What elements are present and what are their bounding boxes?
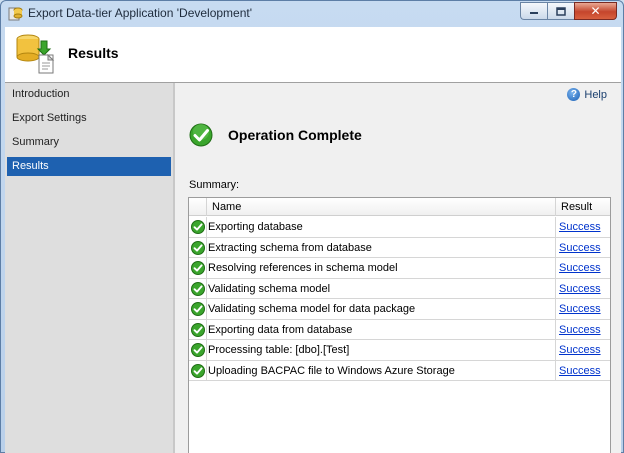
column-header-name[interactable]: Name [206, 198, 555, 216]
success-check-icon [191, 322, 205, 337]
caption-buttons: ✕ [520, 2, 617, 20]
result-link[interactable]: Success [559, 365, 601, 377]
success-check-icon [191, 261, 205, 275]
column-header-result[interactable]: Result [555, 198, 610, 216]
row-result: Success [555, 299, 610, 319]
result-link[interactable]: Success [559, 262, 601, 274]
operation-status: Operation Complete [189, 123, 362, 147]
nav-item-export-settings[interactable]: Export Settings [7, 109, 171, 128]
table-row: Resolving references in schema model Suc… [189, 258, 610, 279]
status-text: Operation Complete [228, 127, 362, 143]
table-row: Validating schema model Success [189, 278, 610, 299]
success-check-icon [191, 302, 205, 316]
table-header: Name Result [189, 198, 610, 216]
page-title: Results [68, 45, 119, 61]
success-check-icon [191, 343, 205, 357]
row-name: Uploading BACPAC file to Windows Azure S… [206, 360, 555, 380]
row-name: Extracting schema from database [206, 237, 555, 257]
results-pane: ? Help Operation Complete Summary: Name … [175, 83, 621, 453]
result-link[interactable]: Success [559, 303, 601, 315]
success-check-icon [191, 220, 205, 234]
row-name: Processing table: [dbo].[Test] [206, 340, 555, 360]
results-table: Name Result Exporting database Success E… [188, 197, 611, 453]
summary-label: Summary: [189, 179, 240, 191]
result-link[interactable]: Success [559, 283, 601, 295]
title-bar[interactable]: Export Data-tier Application 'Developmen… [1, 1, 623, 25]
success-check-icon [191, 281, 205, 296]
result-link[interactable]: Success [559, 324, 601, 336]
row-name: Validating schema model for data package [206, 299, 555, 319]
page-header: Results [5, 27, 621, 82]
nav-item-summary[interactable]: Summary [7, 133, 171, 152]
row-result: Success [555, 319, 610, 339]
table-row: Extracting schema from database Success [189, 237, 610, 258]
result-link[interactable]: Success [559, 221, 601, 233]
help-icon: ? [567, 88, 581, 101]
row-name: Exporting data from database [206, 319, 555, 339]
result-link[interactable]: Success [559, 344, 601, 356]
dialog-window: Export Data-tier Application 'Developmen… [0, 0, 624, 453]
row-name: Validating schema model [206, 278, 555, 298]
success-check-icon [191, 240, 205, 255]
row-result: Success [555, 237, 610, 257]
row-result: Success [555, 278, 610, 298]
row-result: Success [555, 217, 610, 237]
success-check-icon [191, 363, 205, 378]
help-link[interactable]: ? Help [567, 88, 607, 101]
row-name: Exporting database [206, 217, 555, 237]
table-row: Processing table: [dbo].[Test] Success [189, 340, 610, 361]
help-label: Help [584, 88, 607, 101]
row-name: Resolving references in schema model [206, 258, 555, 278]
row-result: Success [555, 340, 610, 360]
wizard-nav: Introduction Export Settings Summary Res… [5, 83, 173, 453]
minimize-button[interactable] [520, 2, 547, 20]
app-icon [8, 7, 23, 21]
table-row: Validating schema model for data package… [189, 299, 610, 320]
table-row: Uploading BACPAC file to Windows Azure S… [189, 360, 610, 381]
nav-item-introduction[interactable]: Introduction [7, 85, 171, 104]
maximize-button[interactable] [547, 2, 574, 20]
table-row: Exporting data from database Success [189, 319, 610, 340]
row-result: Success [555, 360, 610, 380]
table-row: Exporting database Success [189, 217, 610, 238]
nav-item-results[interactable]: Results [7, 157, 171, 176]
client-area: Results Introduction Export Settings Sum… [5, 27, 621, 453]
success-check-icon [189, 123, 213, 147]
close-button[interactable]: ✕ [574, 2, 617, 20]
export-database-icon [16, 34, 55, 74]
minimize-icon [530, 12, 538, 14]
row-result: Success [555, 258, 610, 278]
maximize-icon [556, 6, 566, 16]
close-icon: ✕ [590, 4, 601, 18]
result-link[interactable]: Success [559, 242, 601, 254]
window-title: Export Data-tier Application 'Developmen… [28, 6, 253, 20]
